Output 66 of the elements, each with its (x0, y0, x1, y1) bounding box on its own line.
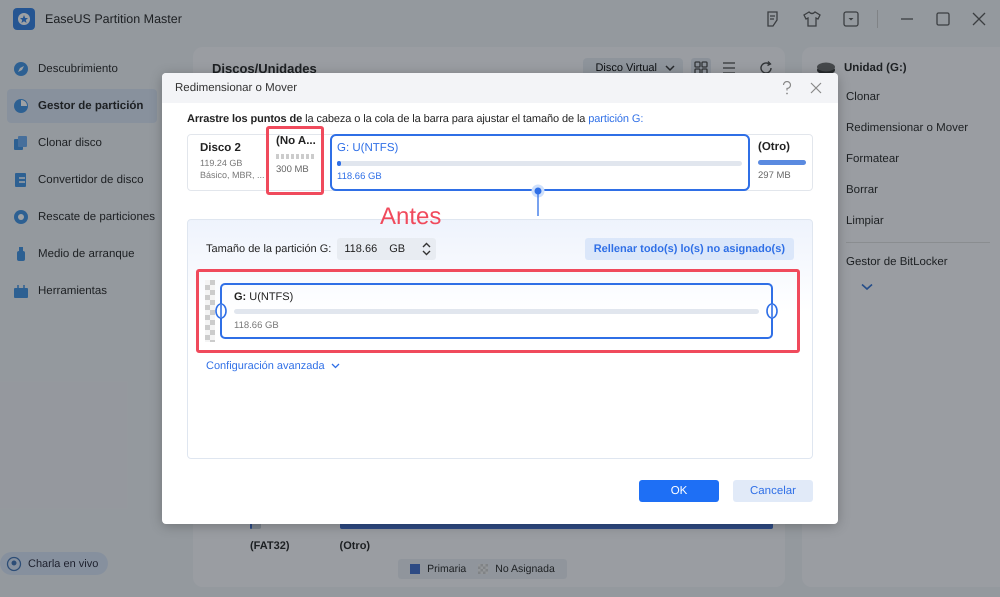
drive-title: Unidad (G:) (844, 62, 907, 74)
unallocated-cell[interactable]: (No A... 300 MB (269, 129, 322, 192)
annotation-label: Antes (380, 203, 442, 231)
partition-cell[interactable]: (Otro) 297 MB (752, 135, 812, 190)
dialog-title: Redimensionar o Mover (175, 82, 298, 94)
list-icon (722, 61, 736, 75)
chevron-down-icon (665, 64, 675, 72)
partition-cell[interactable]: G: U(NTFS) 118.66 GB (330, 134, 750, 191)
partition-label: (Otro) (340, 539, 372, 553)
toolbox-icon (13, 283, 29, 299)
advanced-settings-link[interactable]: Configuración avanzada (196, 360, 340, 372)
maximize-icon[interactable] (936, 12, 950, 26)
partition-size: 297 MB (758, 170, 792, 181)
partition-size: 118.66 GB (234, 320, 280, 331)
sidebar-item[interactable]: Medio de arranque (7, 237, 157, 271)
usage-bar (758, 160, 806, 165)
unallocated-pattern (205, 280, 215, 342)
ok-button[interactable]: OK (639, 480, 719, 502)
size-label: Tamaño de la partición G: (206, 243, 332, 255)
disk-info: Básico, MBR, ... (200, 169, 265, 181)
instruction-text: Arrastre los puntos de la cabeza o la cola de la barra para ajustar el tamaño de la partición G: (187, 113, 644, 125)
compass-icon (13, 61, 29, 77)
sidebar-item[interactable]: Gestor de partición (7, 89, 157, 123)
unallocated-pattern (276, 154, 316, 159)
copy-icon (13, 135, 29, 151)
sidebar-item[interactable]: Herramientas (7, 274, 157, 308)
partition-link[interactable]: partición G: (588, 113, 644, 125)
partition-size: 300 MB (276, 164, 310, 175)
app-title: EaseUS Partition Master (45, 12, 182, 26)
live-chat-button[interactable]: Charla en vivo (0, 552, 108, 575)
disk-size: 119.24 GB (200, 157, 242, 169)
chevron-down-icon[interactable] (861, 283, 873, 291)
sidebar-item[interactable]: Convertidor de disco (7, 163, 157, 197)
close-icon[interactable] (810, 82, 822, 94)
connector-line (529, 184, 547, 216)
partition-label: (FAT32) (250, 539, 290, 553)
sidebar-item[interactable]: Rescate de particiones (7, 200, 157, 234)
partition-size: 118.66 GB (337, 171, 383, 182)
app-logo-icon (13, 8, 35, 30)
partition-name: (No A... (276, 135, 316, 149)
legend-label: Primaria (427, 563, 466, 575)
grid-icon (694, 61, 708, 75)
primary-swatch-icon (410, 564, 420, 574)
disk-name: Disco 2 (200, 142, 242, 154)
size-field[interactable]: 118.66 GB (337, 238, 436, 260)
chevron-down-icon (330, 363, 340, 369)
dropdown-box-icon[interactable] (843, 11, 859, 27)
shirt-icon[interactable] (803, 11, 821, 27)
cancel-button[interactable]: Cancelar (733, 480, 813, 502)
spinner-icon (422, 242, 432, 256)
refresh-icon[interactable] (759, 61, 773, 75)
section-title: Discos/Unidades (212, 60, 317, 76)
sidebar-item[interactable]: Descubrimiento (7, 52, 157, 86)
legend-label: No Asignada (495, 563, 555, 575)
close-icon[interactable] (972, 12, 986, 26)
partition-name: (Otro) (758, 141, 791, 155)
pie-icon (13, 98, 29, 114)
resize-handle[interactable] (215, 303, 227, 319)
sidebar-item[interactable]: Clonar disco (7, 126, 157, 160)
partition-name: G: U(NTFS) (337, 142, 400, 156)
help-icon (782, 81, 792, 95)
fill-unallocated-button[interactable]: Rellenar todo(s) lo(s) no asignado(s) (584, 238, 794, 260)
resize-handle[interactable] (766, 303, 778, 319)
partition-name: G: U(NTFS) (234, 291, 294, 303)
partition-block[interactable]: G: U(NTFS) 118.66 GB (220, 283, 773, 339)
headset-icon (6, 556, 22, 572)
